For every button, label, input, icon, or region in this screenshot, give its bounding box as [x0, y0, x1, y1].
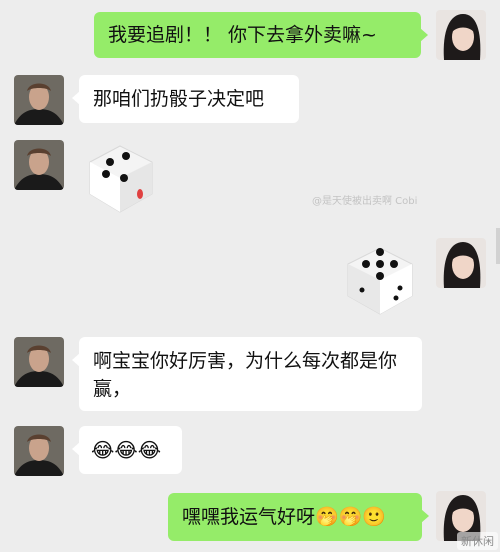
dice-sticker[interactable] — [80, 138, 160, 222]
smiling-emoji: 🙂 — [362, 506, 387, 528]
dice-pip — [137, 189, 143, 199]
dice-pip — [390, 260, 398, 268]
message-bubble-incoming[interactable]: 那咱们扔骰子决定吧 — [72, 75, 299, 123]
avatar-male[interactable] — [14, 140, 64, 190]
message-bubble-incoming[interactable]: 啊宝宝你好厉害，为什么每次都是你赢， — [72, 337, 422, 411]
message-text: 啊宝宝你好厉害，为什么每次都是你赢， — [93, 350, 398, 400]
hand-over-mouth-emoji: 🤭 — [315, 506, 339, 528]
avatar-male[interactable] — [14, 75, 64, 125]
dice-pip — [102, 170, 110, 178]
dice-pip — [397, 285, 403, 291]
message-text: 嘿嘿我运气好呀 — [182, 506, 316, 528]
dice-pip — [359, 287, 365, 293]
dice-sticker[interactable] — [340, 240, 420, 324]
avatar-female[interactable] — [436, 238, 486, 288]
message-text: 那咱们扔骰子决定吧 — [93, 88, 265, 110]
laughing-tears-emoji: 😂 — [137, 438, 162, 462]
message-bubble-outgoing[interactable]: 嘿嘿我运气好呀🤭🤭🙂 — [168, 493, 429, 541]
dice-pip — [106, 158, 114, 166]
watermark: @是天使被出卖啊 Cobi — [312, 196, 418, 207]
dice-pip — [120, 174, 128, 182]
hand-over-mouth-emoji: 🤭 — [338, 506, 363, 528]
laughing-tears-emoji: 😂 — [114, 438, 138, 462]
dice-pip — [376, 248, 384, 256]
dice-pip — [376, 260, 384, 268]
message-bubble-outgoing[interactable]: 我要追剧！！ 你下去拿外卖嘛~ — [94, 12, 428, 58]
laughing-tears-emoji: 😂 — [91, 438, 115, 462]
message-text: 我要追剧！！ 你下去拿外卖嘛~ — [108, 24, 377, 46]
dice-pip — [376, 272, 384, 280]
avatar-female[interactable] — [436, 10, 486, 60]
message-bubble-incoming[interactable]: 😂😂😂 — [72, 426, 182, 474]
scroll-indicator[interactable] — [496, 228, 500, 264]
avatar-male[interactable] — [14, 426, 64, 476]
corner-logo: 新休闲 — [457, 532, 498, 550]
dice-pip — [122, 152, 130, 160]
avatar-male[interactable] — [14, 337, 64, 387]
dice-pip — [393, 295, 399, 301]
dice-pip — [362, 260, 370, 268]
